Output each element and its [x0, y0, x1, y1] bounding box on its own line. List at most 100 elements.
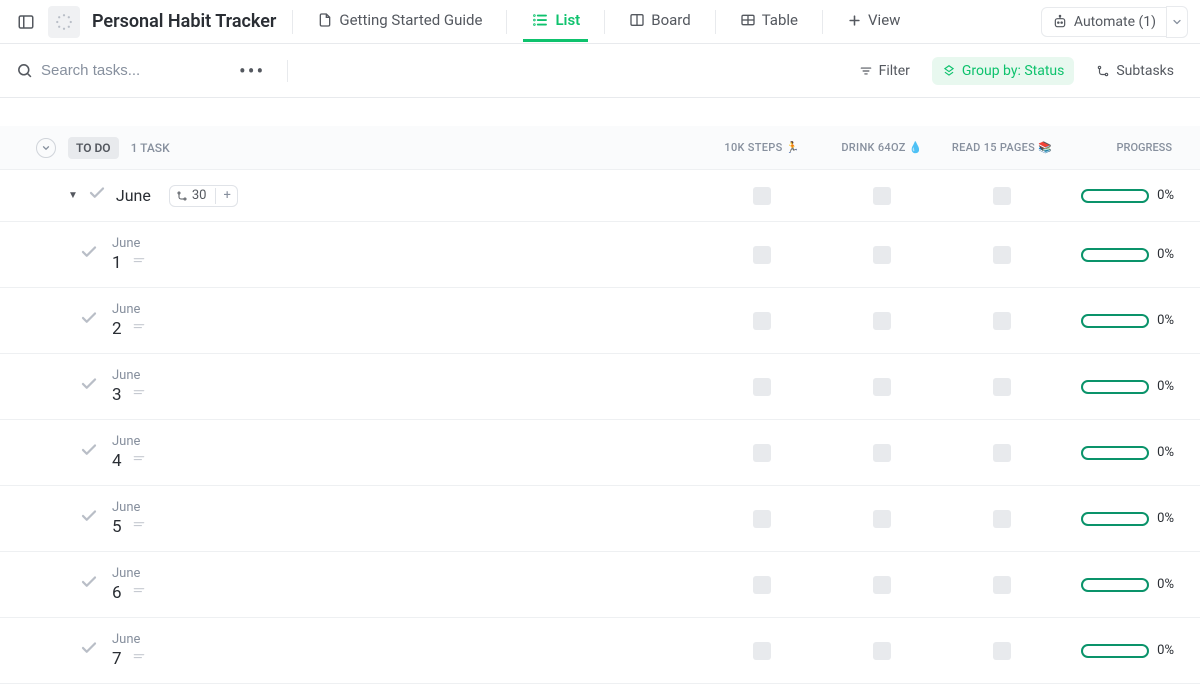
subtask-row[interactable]: June 1 0%: [0, 222, 1200, 288]
tab-getting-started[interactable]: Getting Started Guide: [309, 1, 490, 42]
subtask-month: June: [112, 500, 146, 515]
task-row-parent[interactable]: ▼ June 30 + 0%: [0, 170, 1200, 222]
subtask-number: 6: [112, 583, 122, 603]
column-header-progress[interactable]: PROGRESS: [1062, 141, 1192, 154]
description-icon[interactable]: [132, 386, 146, 404]
status-badge[interactable]: TO DO: [68, 137, 119, 159]
checkbox-steps[interactable]: [753, 444, 771, 462]
checkbox-drink[interactable]: [873, 312, 891, 330]
complete-check-icon[interactable]: [80, 639, 98, 662]
checkbox-drink[interactable]: [873, 187, 891, 205]
subtask-number: 4: [112, 451, 122, 471]
collapse-group-button[interactable]: [36, 138, 56, 158]
tab-label: Table: [762, 11, 798, 29]
tab-list[interactable]: List: [523, 1, 588, 42]
subtask-number: 1: [112, 253, 122, 273]
description-icon[interactable]: [132, 452, 146, 470]
subtask-number: 2: [112, 319, 122, 339]
column-header-steps[interactable]: 10K STEPS 🏃: [702, 141, 822, 154]
checkbox-read[interactable]: [993, 444, 1011, 462]
subtask-month: June: [112, 302, 146, 317]
checkbox-steps[interactable]: [753, 187, 771, 205]
add-view-label: View: [868, 11, 900, 29]
checkbox-drink[interactable]: [873, 576, 891, 594]
subtask-row[interactable]: June 3 0%: [0, 354, 1200, 420]
checkbox-drink[interactable]: [873, 642, 891, 660]
subtask-month: June: [112, 632, 146, 647]
checkbox-read[interactable]: [993, 510, 1011, 528]
checkbox-read[interactable]: [993, 576, 1011, 594]
description-icon[interactable]: [132, 320, 146, 338]
subtask-month: June: [112, 434, 146, 449]
checkbox-steps[interactable]: [753, 576, 771, 594]
subtask-number: 3: [112, 385, 122, 405]
subtask-month: June: [112, 368, 146, 383]
add-subtask-icon[interactable]: +: [224, 188, 231, 203]
tab-label: Getting Started Guide: [339, 11, 482, 29]
checkbox-steps[interactable]: [753, 246, 771, 264]
filter-button[interactable]: Filter: [849, 57, 920, 85]
divider: [822, 10, 823, 34]
checkbox-read[interactable]: [993, 187, 1011, 205]
column-header-read[interactable]: READ 15 PAGES 📚: [942, 141, 1062, 154]
checkbox-read[interactable]: [993, 246, 1011, 264]
divider: [715, 10, 716, 34]
progress-bar: [1081, 512, 1149, 526]
checkbox-steps[interactable]: [753, 378, 771, 396]
search-wrap[interactable]: [16, 62, 221, 79]
description-icon[interactable]: [132, 584, 146, 602]
subtask-number: 5: [112, 517, 122, 537]
progress-bar: [1081, 380, 1149, 394]
complete-check-icon[interactable]: [80, 441, 98, 464]
subtask-count-chip[interactable]: 30 +: [169, 185, 238, 207]
add-view-button[interactable]: View: [839, 1, 908, 42]
complete-check-icon[interactable]: [80, 243, 98, 266]
checkbox-read[interactable]: [993, 312, 1011, 330]
complete-check-icon[interactable]: [80, 309, 98, 332]
column-header-drink[interactable]: DRINK 64OZ 💧: [822, 141, 942, 154]
caret-down-icon[interactable]: ▼: [68, 190, 78, 201]
checkbox-steps[interactable]: [753, 510, 771, 528]
description-icon[interactable]: [132, 650, 146, 668]
group-header: TO DO 1 TASK 10K STEPS 🏃 DRINK 64OZ 💧 RE…: [0, 126, 1200, 170]
description-icon[interactable]: [132, 254, 146, 272]
progress-value: 0%: [1157, 188, 1174, 203]
task-count: 1 TASK: [131, 141, 170, 155]
collapse-sidebar-button[interactable]: [12, 8, 40, 36]
tab-board[interactable]: Board: [621, 1, 698, 42]
tab-table[interactable]: Table: [732, 1, 806, 42]
complete-check-icon[interactable]: [80, 375, 98, 398]
search-input[interactable]: [41, 62, 221, 79]
subtask-row[interactable]: June 7 0%: [0, 618, 1200, 684]
complete-check-icon[interactable]: [80, 507, 98, 530]
checkbox-read[interactable]: [993, 642, 1011, 660]
subtask-row[interactable]: June 5 0%: [0, 486, 1200, 552]
toolbar: ••• Filter Group by: Status Subtasks: [0, 44, 1200, 98]
checkbox-steps[interactable]: [753, 312, 771, 330]
subtask-row[interactable]: June 6 0%: [0, 552, 1200, 618]
subtask-month: June: [112, 566, 146, 581]
automate-button[interactable]: Automate (1): [1041, 7, 1167, 37]
progress-value: 0%: [1157, 379, 1174, 394]
complete-check-icon[interactable]: [88, 184, 106, 207]
checkbox-steps[interactable]: [753, 642, 771, 660]
group-by-button[interactable]: Group by: Status: [932, 57, 1074, 85]
automate-label: Automate (1): [1074, 14, 1156, 30]
subtask-row[interactable]: June 2 0%: [0, 288, 1200, 354]
automate-dropdown-button[interactable]: [1166, 6, 1188, 38]
checkbox-drink[interactable]: [873, 378, 891, 396]
complete-check-icon[interactable]: [80, 573, 98, 596]
group-by-label: Group by: Status: [962, 63, 1064, 79]
checkbox-drink[interactable]: [873, 246, 891, 264]
subtasks-button[interactable]: Subtasks: [1086, 57, 1184, 85]
subtask-row[interactable]: June 4 0%: [0, 420, 1200, 486]
progress-value: 0%: [1157, 247, 1174, 262]
checkbox-drink[interactable]: [873, 444, 891, 462]
space-avatar[interactable]: [48, 6, 80, 38]
more-options-button[interactable]: •••: [233, 59, 271, 83]
progress-value: 0%: [1157, 577, 1174, 592]
checkbox-drink[interactable]: [873, 510, 891, 528]
description-icon[interactable]: [132, 518, 146, 536]
checkbox-read[interactable]: [993, 378, 1011, 396]
page-title[interactable]: Personal Habit Tracker: [92, 11, 276, 32]
